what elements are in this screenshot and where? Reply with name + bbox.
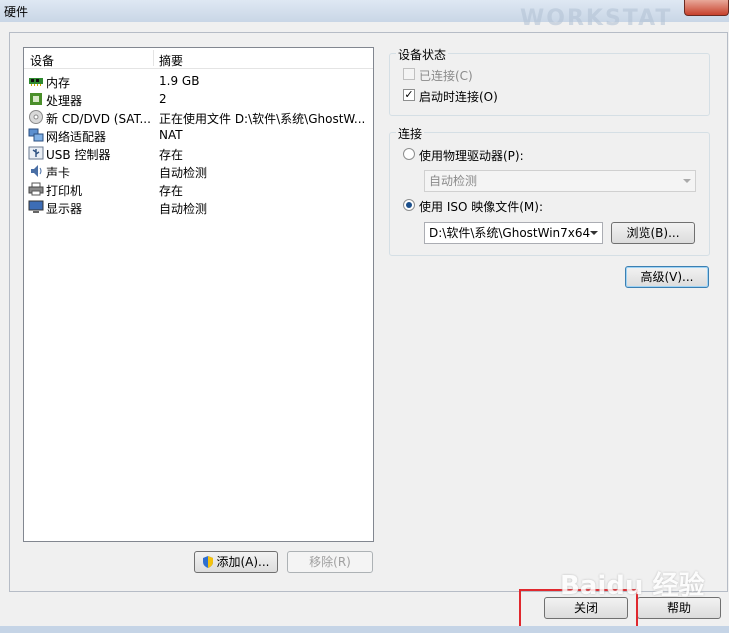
physical-drive-value: 自动检测	[429, 174, 478, 188]
column-header-device[interactable]: 设备	[30, 52, 54, 69]
printer-icon	[28, 182, 44, 196]
device-row-usb-controller[interactable]: USB 控制器 存在	[24, 144, 373, 162]
iso-path-select[interactable]: D:\软件\系统\GhostWin7x64	[424, 222, 603, 244]
device-summary: 自动检测	[159, 202, 208, 216]
device-summary: 正在使用文件 D:\软件\系统\GhostW...	[159, 112, 366, 126]
device-name: 打印机	[46, 184, 83, 198]
physical-drive-select[interactable]: 自动检测	[424, 170, 696, 192]
background-window-title: WORKSTAT	[520, 6, 673, 31]
connect-at-power-on-checkbox[interactable]: ✓	[403, 89, 415, 101]
chevron-down-icon	[683, 179, 691, 183]
device-name: 声卡	[46, 166, 71, 180]
physical-drive-radio[interactable]	[403, 148, 415, 160]
device-summary: 1.9 GB	[159, 74, 200, 88]
iso-image-label: 使用 ISO 映像文件(M):	[419, 200, 543, 214]
device-name: USB 控制器	[46, 148, 111, 162]
device-row-sound-card[interactable]: 声卡 自动检测	[24, 162, 373, 180]
device-row-cd-dvd[interactable]: 新 CD/DVD (SAT... 正在使用文件 D:\软件\系统\GhostW.…	[24, 108, 373, 126]
device-row-memory[interactable]: 内存 1.9 GB	[24, 72, 373, 90]
remove-device-button[interactable]: 移除(R)	[287, 551, 373, 573]
device-summary: 自动检测	[159, 166, 208, 180]
display-icon	[28, 200, 44, 213]
window-title: 硬件	[4, 5, 29, 19]
processor-icon	[30, 93, 42, 105]
device-list[interactable]: 设备 摘要 内存 1.9 GB 处理器 2 新 CD/DVD (SAT... 正…	[23, 47, 374, 542]
close-window-button[interactable]	[684, 0, 729, 16]
device-summary: 存在	[159, 184, 184, 198]
advanced-button[interactable]: 高级(V)...	[625, 266, 709, 288]
connected-label: 已连接(C)	[419, 69, 473, 83]
device-summary: NAT	[159, 128, 183, 142]
add-device-button[interactable]: 添加(A)...	[194, 551, 278, 573]
device-row-processor[interactable]: 处理器 2	[24, 90, 373, 108]
connection-label: 连接	[396, 125, 425, 142]
cd-dvd-icon	[29, 110, 43, 124]
usb-controller-icon	[28, 146, 44, 160]
device-name: 网络适配器	[46, 130, 107, 144]
connect-at-power-on-label: 启动时连接(O)	[419, 90, 498, 104]
device-status-label: 设备状态	[396, 46, 449, 63]
list-header: 设备 摘要	[24, 48, 373, 69]
device-row-display[interactable]: 显示器 自动检测	[24, 198, 373, 216]
device-name: 显示器	[46, 202, 83, 216]
iso-path-value: D:\软件\系统\GhostWin7x64	[429, 226, 591, 240]
device-row-printer[interactable]: 打印机 存在	[24, 180, 373, 198]
device-name: 处理器	[46, 94, 83, 108]
iso-image-radio[interactable]	[403, 199, 415, 211]
bottom-strip	[0, 626, 729, 633]
network-adapter-icon	[28, 128, 44, 142]
device-name: 新 CD/DVD (SAT...	[46, 112, 151, 126]
column-separator[interactable]	[153, 50, 154, 66]
browse-button[interactable]: 浏览(B)...	[611, 222, 695, 244]
physical-drive-label: 使用物理驱动器(P):	[419, 149, 524, 163]
column-header-summary[interactable]: 摘要	[159, 52, 183, 69]
shield-icon	[203, 556, 213, 568]
watermark: Baidu 经验	[560, 571, 705, 601]
memory-icon	[29, 78, 43, 86]
sound-card-icon	[31, 165, 42, 177]
device-name: 内存	[46, 76, 71, 90]
title-bar: 硬件 WORKSTAT	[0, 0, 729, 31]
device-row-network-adapter[interactable]: 网络适配器 NAT	[24, 126, 373, 144]
connected-checkbox[interactable]	[403, 68, 415, 80]
chevron-down-icon	[590, 231, 598, 235]
device-summary: 存在	[159, 148, 184, 162]
device-summary: 2	[159, 92, 167, 106]
